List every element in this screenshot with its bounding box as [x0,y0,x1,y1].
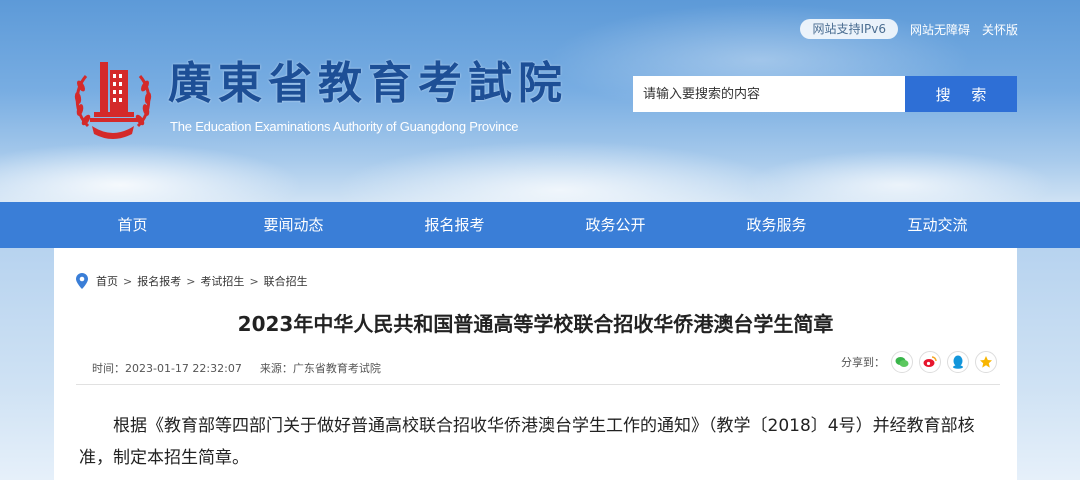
article-meta: 时间：2023-01-17 22:32:07 来源：广东省教育考试院 [92,360,381,376]
breadcrumb-home[interactable]: 首页 [96,273,118,289]
nav-item-services[interactable]: 政务服务 [696,202,857,248]
article-source: 来源：广东省教育考试院 [259,362,381,375]
article-panel: 首页 > 报名报考 > 考试招生 > 联合招生 2023年中华人民共和国普通高等… [54,248,1017,480]
top-links: 网站支持IPv6 网站无障碍 关怀版 [800,19,1018,39]
breadcrumb: 首页 > 报名报考 > 考试招生 > 联合招生 [76,273,308,289]
ipv6-badge: 网站支持IPv6 [800,19,898,39]
breadcrumb-separator: > [123,274,133,288]
nav-item-interaction[interactable]: 互动交流 [857,202,1018,248]
breadcrumb-separator: > [249,274,259,288]
article-title: 2023年中华人民共和国普通高等学校联合招收华侨港澳台学生简章 [237,312,834,336]
breadcrumb-separator: > [186,274,196,288]
breadcrumb-exam-admission[interactable]: 考试招生 [200,273,244,289]
nav-item-registration[interactable]: 报名报考 [374,202,535,248]
search-input[interactable] [633,76,905,112]
share-bar: 分享到： [841,351,997,373]
article-body: 根据《教育部等四部门关于做好普通高校联合招收华侨港澳台学生工作的通知》（教学〔2… [79,416,975,468]
location-pin-icon [76,273,88,289]
weibo-icon[interactable] [919,351,941,373]
wechat-icon[interactable] [891,351,913,373]
site-subtitle: The Education Examinations Authority of … [170,119,519,134]
accessibility-link[interactable]: 网站无障碍 [910,21,970,38]
site-title[interactable]: 廣東省教育考試院 [168,56,568,112]
nav-item-news[interactable]: 要闻动态 [213,202,374,248]
share-label: 分享到： [841,356,885,369]
logo-emblem-icon[interactable] [72,56,154,140]
meta-divider [76,384,1000,385]
search-button[interactable]: 搜 索 [905,76,1017,112]
qq-icon[interactable] [947,351,969,373]
nav-item-home[interactable]: 首页 [52,202,213,248]
header-banner: 网站支持IPv6 网站无障碍 关怀版 廣東省教育考試院 The Educatio… [0,0,1080,202]
breadcrumb-registration[interactable]: 报名报考 [137,273,181,289]
qzone-icon[interactable] [975,351,997,373]
care-mode-link[interactable]: 关怀版 [982,21,1018,38]
main-nav: 首页 要闻动态 报名报考 政务公开 政务服务 互动交流 [0,202,1080,248]
nav-item-government-affairs[interactable]: 政务公开 [535,202,696,248]
publish-time: 时间：2023-01-17 22:32:07 [92,362,242,375]
breadcrumb-joint-admission[interactable]: 联合招生 [264,273,308,289]
